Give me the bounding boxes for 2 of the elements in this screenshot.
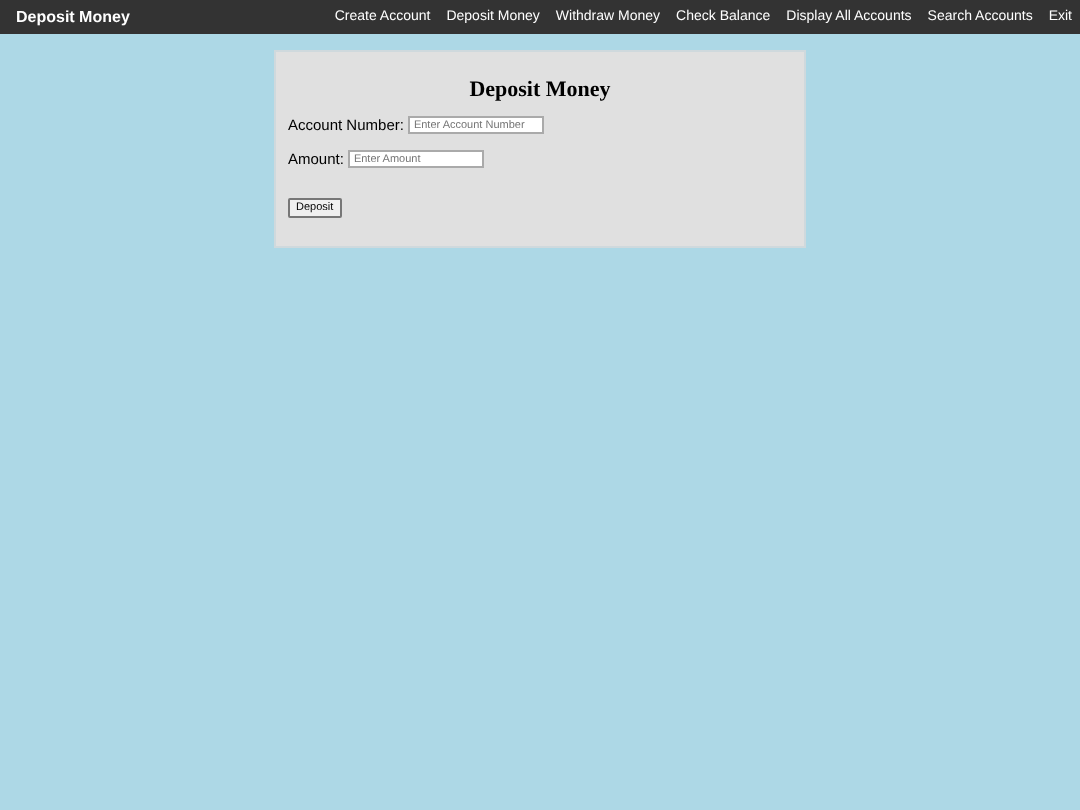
- form-title: Deposit Money: [467, 78, 613, 102]
- brand-title: Deposit Money: [16, 8, 130, 26]
